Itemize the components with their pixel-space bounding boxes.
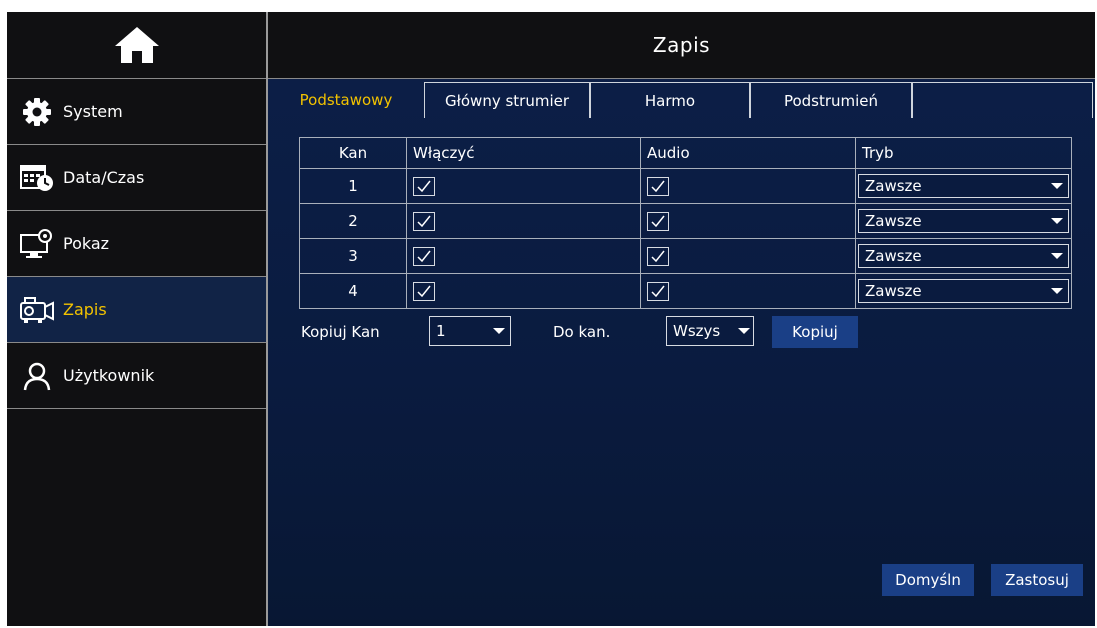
channel-table: Kan Włączyć Audio Tryb 1 Zawsze 2 Zawsze… xyxy=(299,137,1072,309)
tab-empty xyxy=(912,82,1093,118)
sidebar-item-system[interactable]: System xyxy=(7,79,267,145)
sidebar-item-label: System xyxy=(63,102,123,121)
page-title-bar: Zapis xyxy=(268,12,1095,79)
checkmark-icon xyxy=(651,250,665,263)
enable-checkbox[interactable] xyxy=(413,211,435,231)
dropdown-arrow-icon xyxy=(1051,183,1063,189)
sidebar-item-label: Zapis xyxy=(63,300,107,319)
enable-checkbox[interactable] xyxy=(413,176,435,196)
mode-select[interactable]: Zawsze xyxy=(858,244,1069,268)
checkmark-icon xyxy=(651,285,665,298)
dropdown-arrow-icon xyxy=(493,328,505,334)
audio-checkbox[interactable] xyxy=(647,246,669,266)
copy-to-label: Do kan. xyxy=(553,323,611,341)
sidebar-item-zapis[interactable]: Zapis xyxy=(7,277,267,343)
dropdown-arrow-icon xyxy=(1051,253,1063,259)
copy-from-label: Kopiuj Kan xyxy=(301,323,380,341)
tab-glowny-strumien[interactable]: Główny strumier xyxy=(424,82,590,118)
column-header-wlaczyc: Włączyć xyxy=(406,137,641,169)
mode-value: Zawsze xyxy=(865,177,922,195)
column-header-audio: Audio xyxy=(640,137,856,169)
user-icon xyxy=(19,361,55,391)
channel-number: 1 xyxy=(299,168,407,204)
channel-number: 4 xyxy=(299,273,407,309)
enable-checkbox[interactable] xyxy=(413,246,435,266)
table-row: 4 Zawsze xyxy=(299,273,1072,309)
checkmark-icon xyxy=(417,180,431,193)
mode-value: Zawsze xyxy=(865,247,922,265)
dropdown-arrow-icon xyxy=(1051,218,1063,224)
checkmark-icon xyxy=(417,285,431,298)
audio-checkbox[interactable] xyxy=(647,176,669,196)
dropdown-arrow-icon xyxy=(1051,288,1063,294)
tab-podstrumien[interactable]: Podstrumień xyxy=(750,82,912,118)
copy-to-value: Wszys xyxy=(673,322,721,340)
audio-checkbox[interactable] xyxy=(647,211,669,231)
enable-checkbox[interactable] xyxy=(413,281,435,301)
mode-select[interactable]: Zawsze xyxy=(858,279,1069,303)
dropdown-arrow-icon xyxy=(738,328,750,334)
channel-number: 2 xyxy=(299,203,407,239)
tab-harmonogram[interactable]: Harmo xyxy=(590,82,750,118)
sidebar-item-label: Pokaz xyxy=(63,234,110,253)
apply-button[interactable]: Zastosuj xyxy=(991,564,1083,596)
gear-icon xyxy=(19,97,55,127)
table-row: 3 Zawsze xyxy=(299,238,1072,274)
checkmark-icon xyxy=(651,180,665,193)
table-row: 1 Zawsze xyxy=(299,168,1072,204)
mode-value: Zawsze xyxy=(865,282,922,300)
copy-from-value: 1 xyxy=(436,322,446,340)
tab-bar: Podstawowy Główny strumier Harmo Podstru… xyxy=(268,80,1095,120)
checkmark-icon xyxy=(651,215,665,228)
calendar-clock-icon xyxy=(19,163,55,193)
copy-button[interactable]: Kopiuj xyxy=(772,316,858,348)
sidebar-item-label: Data/Czas xyxy=(63,168,145,187)
home-button[interactable] xyxy=(7,12,267,79)
audio-checkbox[interactable] xyxy=(647,281,669,301)
sidebar-item-label: Użytkownik xyxy=(63,366,155,385)
mode-value: Zawsze xyxy=(865,212,922,230)
table-header-row: Kan Włączyć Audio Tryb xyxy=(299,137,1072,169)
column-header-kan: Kan xyxy=(299,137,407,169)
camera-record-icon xyxy=(19,295,55,325)
channel-number: 3 xyxy=(299,238,407,274)
screen: System Data/Czas Pokaz Zapis Użytkownik … xyxy=(7,12,1095,626)
sidebar: System Data/Czas Pokaz Zapis Użytkownik xyxy=(7,12,267,626)
page-title: Zapis xyxy=(652,33,711,57)
monitor-gear-icon xyxy=(19,228,55,259)
default-button[interactable]: Domyśln xyxy=(882,564,974,596)
sidebar-item-pokaz[interactable]: Pokaz xyxy=(7,211,267,277)
tab-podstawowy[interactable]: Podstawowy xyxy=(268,82,424,118)
home-icon xyxy=(115,27,159,63)
mode-select[interactable]: Zawsze xyxy=(858,174,1069,198)
mode-select[interactable]: Zawsze xyxy=(858,209,1069,233)
sidebar-item-uzytkownik[interactable]: Użytkownik xyxy=(7,343,267,409)
table-row: 2 Zawsze xyxy=(299,203,1072,239)
column-header-tryb: Tryb xyxy=(855,137,1072,169)
copy-from-select[interactable]: 1 xyxy=(429,316,511,346)
sidebar-item-data-czas[interactable]: Data/Czas xyxy=(7,145,267,211)
checkmark-icon xyxy=(417,250,431,263)
main-panel: Zapis Podstawowy Główny strumier Harmo P… xyxy=(268,12,1095,626)
checkmark-icon xyxy=(417,215,431,228)
copy-to-select[interactable]: Wszys xyxy=(666,316,754,346)
